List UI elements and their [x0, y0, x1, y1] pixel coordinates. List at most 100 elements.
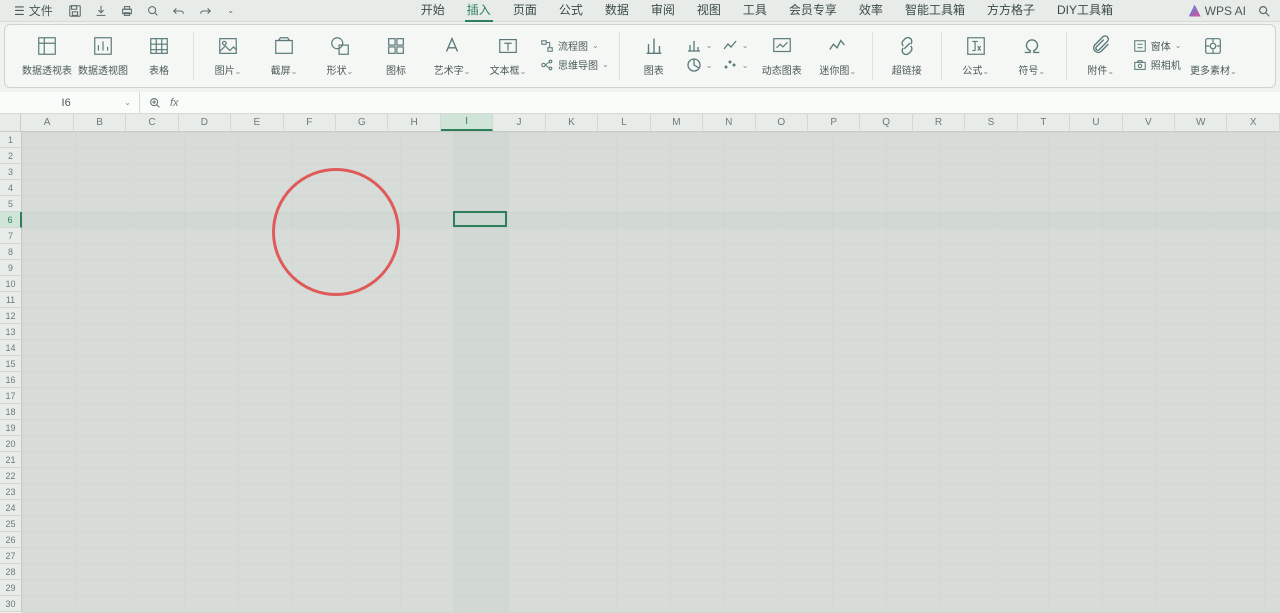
- row-header[interactable]: 13: [0, 324, 22, 340]
- col-header[interactable]: R: [913, 114, 965, 131]
- pivot-table-button[interactable]: 数据透视表: [23, 27, 71, 83]
- col-header[interactable]: O: [756, 114, 808, 131]
- row-header[interactable]: 25: [0, 516, 22, 532]
- save-icon[interactable]: [67, 3, 83, 19]
- col-header[interactable]: S: [965, 114, 1017, 131]
- col-header[interactable]: U: [1070, 114, 1122, 131]
- menu-tab-3[interactable]: 公式: [557, 0, 585, 22]
- shape-button[interactable]: 形状⌄: [316, 27, 364, 83]
- spreadsheet-grid[interactable]: ABCDEFGHIJKLMNOPQRSTUVWX 123456789101112…: [0, 114, 1280, 612]
- row-header[interactable]: 20: [0, 436, 22, 452]
- col-header[interactable]: B: [74, 114, 126, 131]
- row-header[interactable]: 3: [0, 164, 22, 180]
- file-menu-button[interactable]: ☰ 文件: [8, 2, 59, 19]
- row-header[interactable]: 29: [0, 580, 22, 596]
- row-header[interactable]: 7: [0, 228, 22, 244]
- col-header[interactable]: K: [546, 114, 598, 131]
- col-header[interactable]: Q: [860, 114, 912, 131]
- col-header[interactable]: L: [598, 114, 650, 131]
- symbol-button[interactable]: 符号⌄: [1008, 27, 1056, 83]
- table-button[interactable]: 表格: [135, 27, 183, 83]
- row-header[interactable]: 6: [0, 212, 22, 228]
- wps-ai-button[interactable]: WPS AI: [1189, 4, 1246, 18]
- dynamic-chart-button[interactable]: 动态图表: [758, 27, 806, 83]
- row-header[interactable]: 5: [0, 196, 22, 212]
- form-button[interactable]: 窗体⌄: [1133, 37, 1182, 54]
- col-header[interactable]: F: [284, 114, 336, 131]
- row-header[interactable]: 22: [0, 468, 22, 484]
- wordart-button[interactable]: 艺术字⌄: [428, 27, 476, 83]
- hyperlink-button[interactable]: 超链接: [883, 27, 931, 83]
- menu-tab-9[interactable]: 效率: [857, 0, 885, 22]
- col-header[interactable]: P: [808, 114, 860, 131]
- print-preview-icon[interactable]: [145, 3, 161, 19]
- search-icon[interactable]: [1256, 3, 1272, 19]
- row-header[interactable]: 2: [0, 148, 22, 164]
- name-box[interactable]: I6 ⌄: [0, 92, 140, 113]
- col-header[interactable]: A: [21, 114, 73, 131]
- pivot-view-button[interactable]: 数据透视图: [79, 27, 127, 83]
- col-header[interactable]: V: [1123, 114, 1175, 131]
- select-all-corner[interactable]: [0, 114, 21, 131]
- menu-tab-10[interactable]: 智能工具箱: [903, 0, 967, 22]
- menu-tab-11[interactable]: 方方格子: [985, 0, 1037, 22]
- row-header[interactable]: 8: [0, 244, 22, 260]
- menu-tab-5[interactable]: 审阅: [649, 0, 677, 22]
- row-header[interactable]: 26: [0, 532, 22, 548]
- menu-tab-12[interactable]: DIY工具箱: [1055, 0, 1115, 22]
- menu-tab-6[interactable]: 视图: [695, 0, 723, 22]
- row-header[interactable]: 4: [0, 180, 22, 196]
- row-header[interactable]: 14: [0, 340, 22, 356]
- menu-tab-2[interactable]: 页面: [511, 0, 539, 22]
- row-header[interactable]: 30: [0, 596, 22, 612]
- row-header[interactable]: 18: [0, 404, 22, 420]
- menu-tab-7[interactable]: 工具: [741, 0, 769, 22]
- row-header[interactable]: 9: [0, 260, 22, 276]
- undo-icon[interactable]: [171, 3, 187, 19]
- line-chart-button[interactable]: ⌄: [722, 36, 750, 54]
- flowchart-button[interactable]: 流程图⌄: [540, 37, 609, 54]
- row-header[interactable]: 1: [0, 132, 22, 148]
- col-header[interactable]: C: [126, 114, 178, 131]
- mindmap-button[interactable]: 思维导图⌄: [540, 56, 609, 73]
- row-header[interactable]: 27: [0, 548, 22, 564]
- redo-icon[interactable]: [197, 3, 213, 19]
- row-header[interactable]: 28: [0, 564, 22, 580]
- menu-tab-1[interactable]: 插入: [465, 0, 493, 22]
- sparkline-button[interactable]: 迷你图⌄: [814, 27, 862, 83]
- scatter-chart-button[interactable]: ⌄: [722, 56, 750, 74]
- export-icon[interactable]: [93, 3, 109, 19]
- attachment-button[interactable]: 附件⌄: [1077, 27, 1125, 83]
- row-header[interactable]: 12: [0, 308, 22, 324]
- qat-more-icon[interactable]: ⌄: [223, 3, 239, 19]
- pie-chart-button[interactable]: ⌄: [686, 56, 714, 74]
- row-header[interactable]: 10: [0, 276, 22, 292]
- menu-tab-0[interactable]: 开始: [419, 0, 447, 22]
- row-header[interactable]: 17: [0, 388, 22, 404]
- row-header[interactable]: 24: [0, 500, 22, 516]
- col-header[interactable]: G: [336, 114, 388, 131]
- col-header[interactable]: M: [651, 114, 703, 131]
- row-header[interactable]: 11: [0, 292, 22, 308]
- textbox-button[interactable]: 文本框⌄: [484, 27, 532, 83]
- more-materials-button[interactable]: 更多素材⌄: [1189, 27, 1237, 83]
- print-icon[interactable]: [119, 3, 135, 19]
- menu-tab-8[interactable]: 会员专享: [787, 0, 839, 22]
- zoom-icon[interactable]: [148, 96, 162, 110]
- row-header[interactable]: 21: [0, 452, 22, 468]
- col-header[interactable]: I: [441, 114, 493, 131]
- icon-button[interactable]: 图标: [372, 27, 420, 83]
- col-header[interactable]: H: [388, 114, 440, 131]
- col-header[interactable]: D: [179, 114, 231, 131]
- column-chart-button[interactable]: ⌄: [686, 36, 714, 54]
- col-header[interactable]: X: [1227, 114, 1279, 131]
- col-header[interactable]: E: [231, 114, 283, 131]
- fx-label[interactable]: fx: [170, 97, 179, 109]
- camera-button[interactable]: 照相机: [1133, 56, 1182, 73]
- row-header[interactable]: 23: [0, 484, 22, 500]
- col-header[interactable]: T: [1018, 114, 1070, 131]
- col-header[interactable]: J: [493, 114, 545, 131]
- row-header[interactable]: 19: [0, 420, 22, 436]
- formula-button[interactable]: 公式⌄: [952, 27, 1000, 83]
- row-header[interactable]: 16: [0, 372, 22, 388]
